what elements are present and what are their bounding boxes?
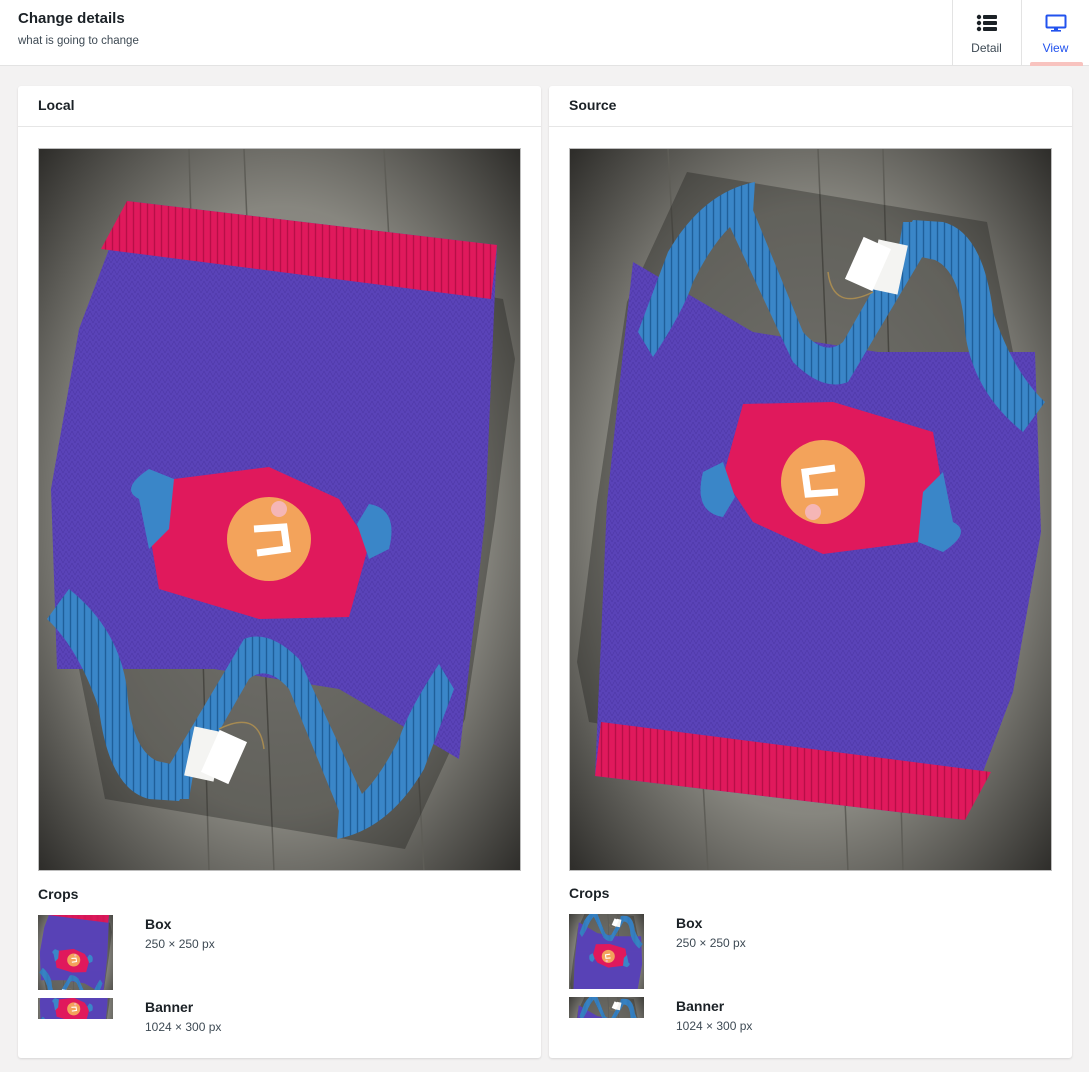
crop-box-size: 250 × 250 px xyxy=(676,936,746,950)
panel-title: Source xyxy=(549,86,1072,127)
crop-box-thumbnail xyxy=(569,914,644,989)
header-bar: Change details what is going to change D… xyxy=(0,0,1089,66)
crop-box-size: 250 × 250 px xyxy=(145,937,215,951)
list-icon xyxy=(976,14,998,37)
tab-view[interactable]: View xyxy=(1021,0,1089,66)
crop-box-name: Box xyxy=(676,915,703,931)
crop-banner[interactable]: Banner 1024 × 300 px xyxy=(38,998,518,1040)
crop-banner-size: 1024 × 300 px xyxy=(145,1020,222,1034)
active-tab-indicator xyxy=(1030,62,1083,66)
crop-box-name: Box xyxy=(145,916,172,932)
page-subtitle: what is going to change xyxy=(18,35,139,47)
crop-banner-name: Banner xyxy=(145,999,194,1015)
crop-box[interactable]: Box 250 × 250 px xyxy=(569,914,1049,989)
monitor-icon xyxy=(1045,14,1067,37)
panel-local: Local Crops Box 250 × 250 px Banner 1024… xyxy=(18,86,541,1058)
panel-title: Local xyxy=(18,86,541,127)
tab-view-label: View xyxy=(1042,41,1069,55)
tab-detail[interactable]: Detail xyxy=(952,0,1020,66)
page-title: Change details xyxy=(18,10,125,27)
local-image[interactable] xyxy=(38,148,521,871)
crop-banner[interactable]: Banner 1024 × 300 px xyxy=(569,997,1049,1039)
tab-detail-label: Detail xyxy=(971,41,1002,55)
crop-banner-thumbnail xyxy=(38,998,113,1019)
crop-box[interactable]: Box 250 × 250 px xyxy=(38,915,518,990)
crop-banner-name: Banner xyxy=(676,998,725,1014)
crop-box-thumbnail xyxy=(38,915,113,990)
crop-banner-thumbnail xyxy=(569,997,644,1018)
crops-title: Crops xyxy=(38,886,79,902)
source-image[interactable] xyxy=(569,148,1052,871)
crop-banner-size: 1024 × 300 px xyxy=(676,1019,753,1033)
panel-source: Source Crops Box 250 × 250 px Banner 102… xyxy=(549,86,1072,1058)
crops-title: Crops xyxy=(569,885,610,901)
